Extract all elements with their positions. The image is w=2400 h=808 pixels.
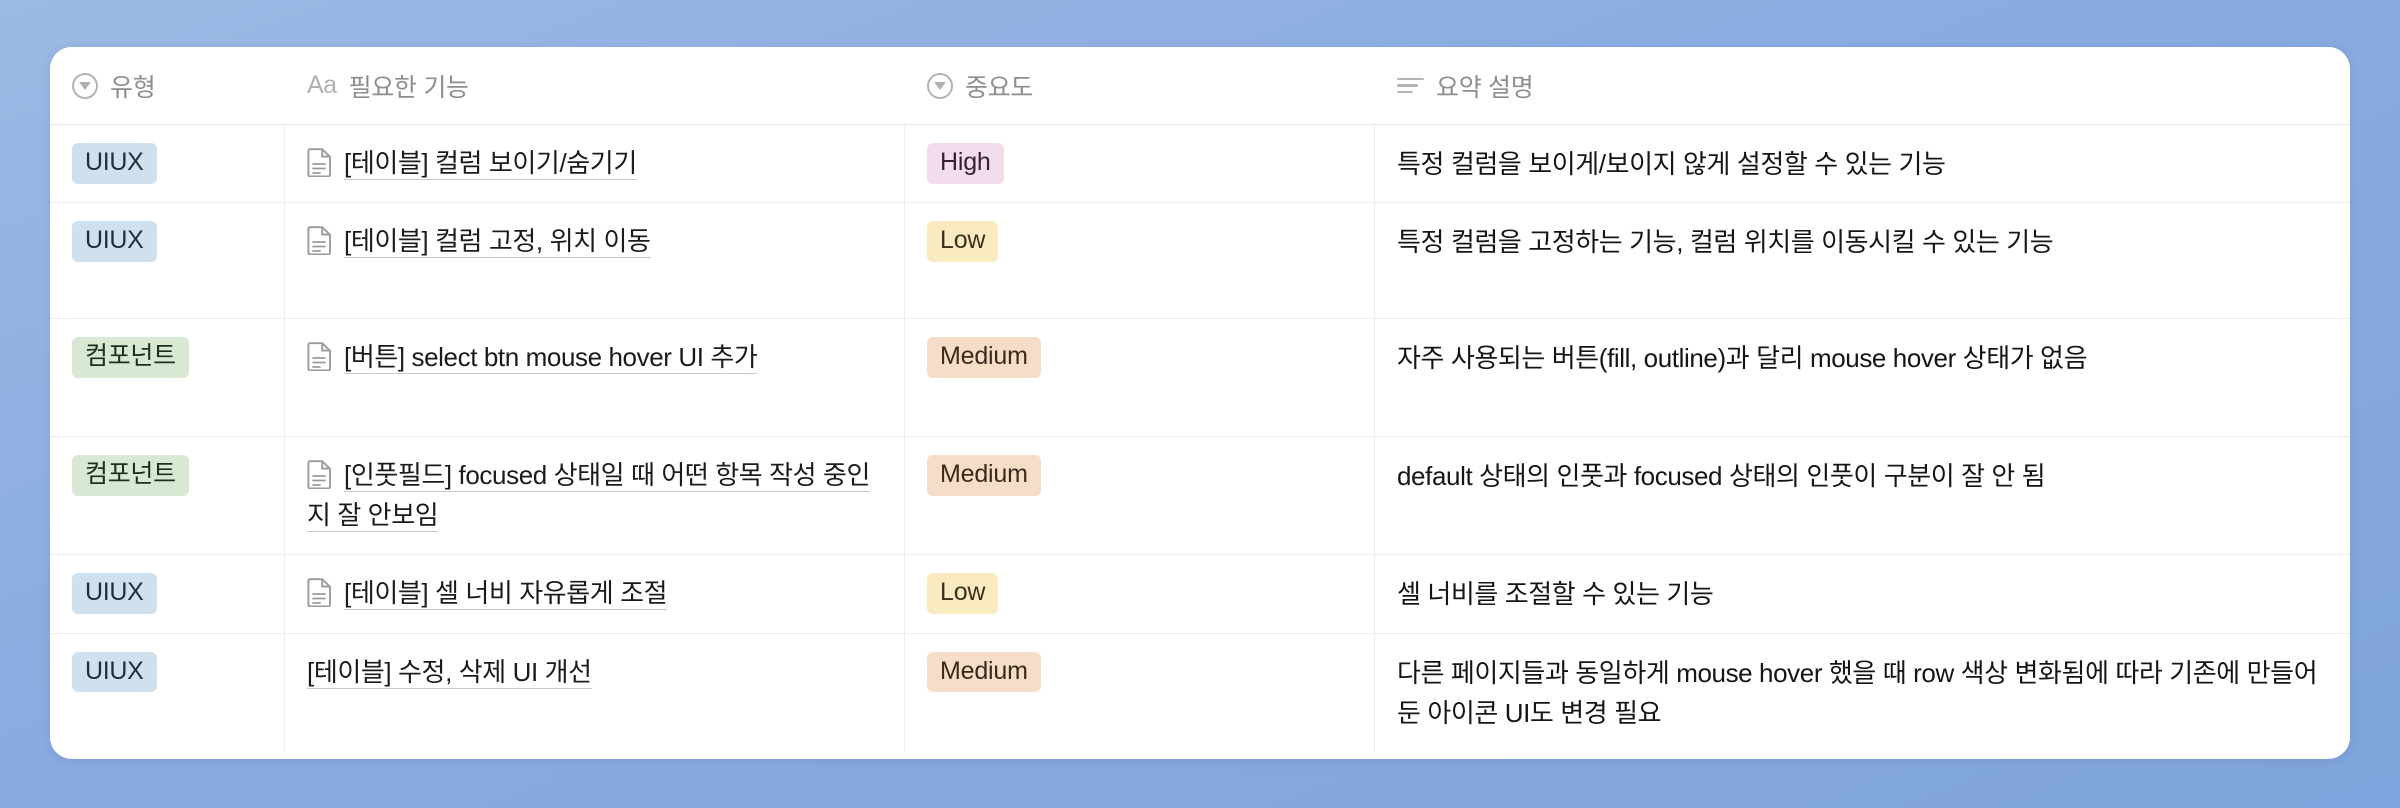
description-text: 자주 사용되는 버튼(fill, outline)과 달리 mouse hove… <box>1397 343 2088 374</box>
priority-badge: Medium <box>927 651 1041 693</box>
table-row[interactable]: UIUX [테이블] 컬럼 고정, 위치 이동 Low 특정 컬럼을 고정하는 … <box>50 203 2350 320</box>
table-row[interactable]: 컴포넌트 [인풋필드] focused 상태일 때 어떤 항목 작성 중인지 잘… <box>50 437 2350 556</box>
table-row[interactable]: 컴포넌트 [버튼] select btn mouse hover UI 추가 M… <box>50 319 2350 438</box>
cell-feature[interactable]: [테이블] 수정, 삭제 UI 개선 <box>285 633 905 752</box>
cell-feature[interactable]: [버튼] select btn mouse hover UI 추가 <box>285 319 905 437</box>
feature-title-wrap: [테이블] 셀 너비 자유롭게 조절 <box>307 573 668 614</box>
description-text: 다른 페이지들과 동일하게 mouse hover 했을 때 row 색상 변화… <box>1397 657 2318 728</box>
table-header-row: 유형 Aa 필요한 기능 중요도 요약 설명 <box>50 47 2350 125</box>
table-row[interactable]: UIUX [테이블] 컬럼 보이기/숨기기 High 특정 컬럼을 보이게/보이… <box>50 125 2350 204</box>
feature-title-wrap: [인풋필드] focused 상태일 때 어떤 항목 작성 중인지 잘 안보임 <box>307 455 882 535</box>
feature-title[interactable]: [테이블] 셀 너비 자유롭게 조절 <box>344 578 668 611</box>
cell-feature[interactable]: [테이블] 셀 너비 자유롭게 조절 <box>285 555 905 633</box>
feature-title[interactable]: [테이블] 컬럼 보이기/숨기기 <box>344 148 637 180</box>
cell-type[interactable]: 컴포넌트 <box>50 437 285 555</box>
priority-badge: Medium <box>927 455 1041 497</box>
type-tag: UIUX <box>72 573 157 615</box>
column-header-label: 중요도 <box>965 73 1034 102</box>
type-tag: UIUX <box>72 143 157 184</box>
document-icon <box>307 459 333 490</box>
column-header-label: 필요한 기능 <box>348 73 469 102</box>
cell-description[interactable]: 특정 컬럼을 보이게/보이지 않게 설정할 수 있는 기능 <box>1375 125 2350 202</box>
feature-title-wrap: [테이블] 컬럼 보이기/숨기기 <box>307 143 637 184</box>
description-text: default 상태의 인풋과 focused 상태의 인풋이 구분이 잘 안 … <box>1397 461 2046 492</box>
cell-priority[interactable]: Medium <box>905 437 1375 555</box>
cell-description[interactable]: 특정 컬럼을 고정하는 기능, 컬럼 위치를 이동시킬 수 있는 기능 <box>1375 203 2350 318</box>
priority-badge: High <box>927 143 1004 184</box>
description-text: 특정 컬럼을 고정하는 기능, 컬럼 위치를 이동시킬 수 있는 기능 <box>1397 227 2054 258</box>
feature-title[interactable]: [인풋필드] focused 상태일 때 어떤 항목 작성 중인지 잘 안보임 <box>307 460 870 532</box>
column-header-label: 유형 <box>110 73 156 102</box>
cell-description[interactable]: 다른 페이지들과 동일하게 mouse hover 했을 때 row 색상 변화… <box>1375 634 2350 752</box>
cell-priority[interactable]: Low <box>905 203 1375 319</box>
priority-badge: Medium <box>927 337 1041 379</box>
document-icon <box>307 225 333 256</box>
cell-feature[interactable]: [인풋필드] focused 상태일 때 어떤 항목 작성 중인지 잘 안보임 <box>285 437 905 555</box>
feature-title-wrap: [테이블] 수정, 삭제 UI 개선 <box>307 652 592 693</box>
column-header-label: 요약 설명 <box>1436 73 1534 102</box>
type-tag: 컴포넌트 <box>72 337 189 379</box>
type-tag: UIUX <box>72 651 157 693</box>
cell-type[interactable]: 컴포넌트 <box>50 319 285 437</box>
table-row[interactable]: UIUX [테이블] 셀 너비 자유롭게 조절 Low 셀 너비를 조절할 수 … <box>50 555 2350 634</box>
database-table-card: 유형 Aa 필요한 기능 중요도 요약 설명 UIUX [테이블] 컬럼 보이기… <box>50 47 2350 759</box>
document-icon <box>307 341 333 372</box>
cell-priority[interactable]: Low <box>905 555 1375 633</box>
priority-badge: Low <box>927 573 999 615</box>
aa-text-icon: Aa <box>307 71 337 99</box>
cell-priority[interactable]: Medium <box>905 633 1375 752</box>
cell-priority[interactable]: High <box>905 125 1375 203</box>
feature-title-wrap: [테이블] 컬럼 고정, 위치 이동 <box>307 221 651 262</box>
cell-type[interactable]: UIUX <box>50 555 285 633</box>
select-circle-icon <box>927 72 953 99</box>
priority-badge: Low <box>927 221 999 263</box>
table-body: UIUX [테이블] 컬럼 보이기/숨기기 High 특정 컬럼을 보이게/보이… <box>50 125 2350 759</box>
type-tag: UIUX <box>72 221 157 263</box>
cell-description[interactable]: 셀 너비를 조절할 수 있는 기능 <box>1375 555 2350 632</box>
table-row[interactable]: UIUX [테이블] 수정, 삭제 UI 개선 Medium 다른 페이지들과 … <box>50 633 2350 752</box>
cell-type[interactable]: UIUX <box>50 633 285 752</box>
cell-description[interactable]: 자주 사용되는 버튼(fill, outline)과 달리 mouse hove… <box>1375 319 2350 436</box>
type-tag: 컴포넌트 <box>72 455 189 497</box>
document-icon <box>307 577 333 608</box>
cell-feature[interactable]: [테이블] 컬럼 고정, 위치 이동 <box>285 203 905 319</box>
cell-type[interactable]: UIUX <box>50 125 285 203</box>
column-header-description[interactable]: 요약 설명 <box>1375 47 2350 124</box>
description-text: 셀 너비를 조절할 수 있는 기능 <box>1397 579 1714 610</box>
cell-description[interactable]: default 상태의 인풋과 focused 상태의 인풋이 구분이 잘 안 … <box>1375 437 2350 554</box>
feature-title[interactable]: [테이블] 수정, 삭제 UI 개선 <box>307 656 592 689</box>
description-text: 특정 컬럼을 보이게/보이지 않게 설정할 수 있는 기능 <box>1397 149 1946 179</box>
document-icon <box>307 147 333 177</box>
select-circle-icon <box>72 72 98 99</box>
feature-title[interactable]: [버튼] select btn mouse hover UI 추가 <box>344 342 758 375</box>
cell-type[interactable]: UIUX <box>50 203 285 319</box>
column-header-feature[interactable]: Aa 필요한 기능 <box>285 47 905 124</box>
column-header-type[interactable]: 유형 <box>50 47 285 124</box>
cell-priority[interactable]: Medium <box>905 319 1375 437</box>
feature-title-wrap: [버튼] select btn mouse hover UI 추가 <box>307 337 758 378</box>
text-lines-icon <box>1397 76 1424 96</box>
column-header-priority[interactable]: 중요도 <box>905 47 1375 124</box>
feature-title[interactable]: [테이블] 컬럼 고정, 위치 이동 <box>344 226 651 259</box>
cell-feature[interactable]: [테이블] 컬럼 보이기/숨기기 <box>285 125 905 203</box>
